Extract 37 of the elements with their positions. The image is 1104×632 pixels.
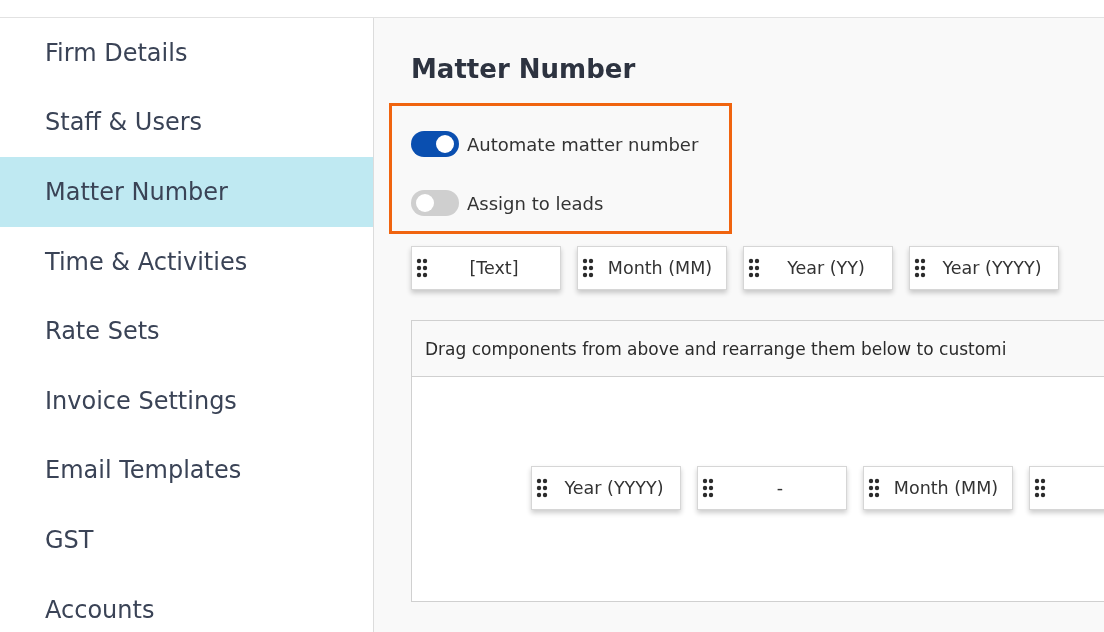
sidebar-item[interactable]: Invoice Settings bbox=[0, 365, 373, 436]
toggle-label: Automate matter number bbox=[467, 133, 699, 155]
chip-label: [Text] bbox=[468, 258, 520, 278]
toggle-switch[interactable] bbox=[411, 131, 459, 157]
component-chip[interactable]: Month (MM) bbox=[577, 246, 727, 290]
sidebar-item[interactable]: Rate Sets bbox=[0, 296, 373, 366]
drag-handle-icon[interactable] bbox=[748, 258, 760, 278]
chip-label: Month (MM) bbox=[892, 478, 1000, 498]
sidebar-item[interactable]: GST bbox=[0, 505, 373, 575]
drag-handle-icon[interactable] bbox=[702, 478, 714, 498]
page-title: Matter Number bbox=[411, 54, 637, 84]
sidebar-item[interactable]: Matter Number bbox=[0, 157, 373, 227]
component-chip[interactable]: [Text] bbox=[411, 246, 561, 290]
component-chip[interactable]: Year (YYYY) bbox=[531, 466, 681, 510]
chip-label: Year (YY) bbox=[786, 258, 866, 278]
drag-handle-icon[interactable] bbox=[536, 478, 548, 498]
chip-label: Year (YYYY) bbox=[563, 478, 665, 498]
component-chip[interactable]: Year (YY) bbox=[743, 246, 893, 290]
chip-label: Month (MM) bbox=[606, 258, 714, 278]
toggle-label: Assign to leads bbox=[467, 192, 604, 214]
instruction-text: Drag components from above and rearrange them below to customi bbox=[425, 338, 1007, 359]
component-chip[interactable]: Year (YYYY) bbox=[909, 246, 1059, 290]
drag-handle-icon[interactable] bbox=[914, 258, 926, 278]
component-chip[interactable]: - bbox=[697, 466, 847, 510]
drag-handle-icon[interactable] bbox=[582, 258, 594, 278]
drag-handle-icon[interactable] bbox=[868, 478, 880, 498]
sidebar-item[interactable]: Time & Activities bbox=[0, 226, 373, 297]
drag-handle-icon[interactable] bbox=[1034, 478, 1046, 498]
sidebar-item[interactable]: Staff & Users bbox=[0, 87, 373, 158]
component-chip[interactable]: Month (MM) bbox=[863, 466, 1013, 510]
sidebar-item[interactable]: Email Templates bbox=[0, 435, 373, 506]
chip-label: Year (YYYY) bbox=[941, 258, 1043, 278]
drag-handle-icon[interactable] bbox=[416, 258, 428, 278]
sidebar-item[interactable]: Accounts bbox=[0, 574, 373, 632]
chip-label: - bbox=[775, 478, 785, 498]
toggle-switch[interactable] bbox=[411, 190, 459, 216]
sidebar-item[interactable]: Firm Details bbox=[0, 18, 373, 88]
